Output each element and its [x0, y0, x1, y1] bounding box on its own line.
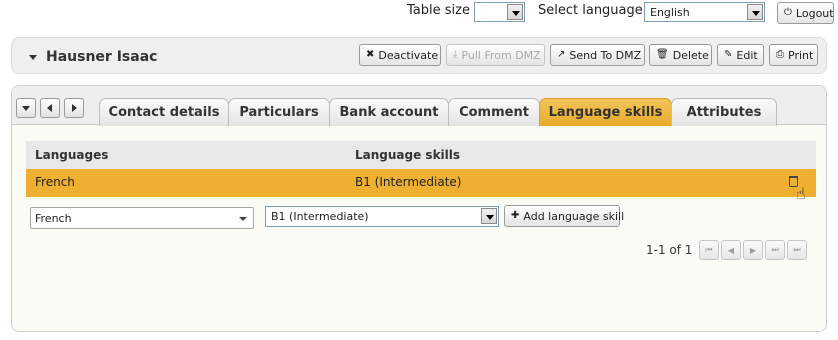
add-language-skill-button[interactable]: ✚ Add language skill [504, 205, 624, 227]
content-panel: Contact details Particulars Bank account… [11, 85, 827, 332]
chevron-down-icon [507, 4, 523, 20]
tab-contact-details[interactable]: Contact details [99, 98, 229, 126]
hand-cursor-icon: ☝ [796, 184, 806, 203]
logout-label: Logout [795, 6, 834, 20]
deactivate-button[interactable]: ✖ Deactivate [359, 44, 441, 66]
edit-button[interactable]: ✎ Edit [717, 44, 764, 66]
pager-summary: 1-1 of 1 [646, 243, 693, 257]
tab-label: Particulars [239, 105, 319, 120]
table-header: Languages Language skills [26, 141, 816, 169]
last-page-icon: ⏭ [771, 245, 779, 254]
edit-label: Edit [736, 48, 758, 62]
end-page-icon: ⏭ [793, 245, 801, 254]
previous-page-button[interactable]: ◀ [721, 240, 741, 260]
language-select-value: English [650, 6, 690, 19]
pull-from-dmz-label: Pull From DMZ [461, 48, 541, 62]
tab-comment[interactable]: Comment [448, 98, 540, 126]
add-language-skill-label: Add language skill [523, 209, 625, 223]
top-toolbar: Table size Select language: English ⏻ Lo… [0, 0, 838, 26]
tab-label: Comment [459, 105, 529, 120]
power-icon: ⏻ [784, 7, 792, 18]
first-page-icon: ⏮ [705, 245, 713, 254]
record-header: Hausner Isaac ✖ Deactivate ⤓ Pull From D… [11, 37, 827, 74]
delete-button[interactable]: 🗑 Delete [649, 44, 712, 66]
first-page-button[interactable]: ⏮ [699, 240, 719, 260]
pull-from-dmz-button[interactable]: ⤓ Pull From DMZ [446, 44, 545, 66]
cell-language: French [35, 175, 75, 189]
tab-menu-button[interactable] [16, 98, 36, 118]
external-link-icon: ↗ [557, 49, 566, 60]
logout-button[interactable]: ⏻ Logout [777, 2, 834, 24]
send-to-dmz-button[interactable]: ↗ Send To DMZ [550, 44, 645, 66]
table-size-select[interactable] [474, 2, 525, 22]
language-skill-select[interactable]: B1 (Intermediate) [265, 206, 499, 227]
table-size-label: Table size [407, 3, 470, 18]
tab-label: Bank account [339, 105, 439, 120]
tab-language-skills[interactable]: Language skills [539, 98, 672, 126]
pencil-icon: ✎ [724, 49, 733, 60]
chevron-down-icon [747, 4, 763, 20]
send-to-dmz-label: Send To DMZ [569, 48, 642, 62]
x-icon: ✖ [366, 49, 375, 60]
printer-icon: ⎙ [776, 49, 784, 60]
next-page-button[interactable]: ▶ [743, 240, 763, 260]
previous-page-icon: ◀ [727, 245, 735, 255]
tab-label: Attributes [686, 105, 762, 120]
chevron-down-icon [481, 208, 497, 224]
tab-bank-account[interactable]: Bank account [329, 98, 449, 126]
language-dropdown[interactable]: French [30, 207, 254, 229]
end-page-button[interactable]: ⏭ [787, 240, 807, 260]
table-row[interactable]: French B1 (Intermediate) ☝ [26, 169, 816, 203]
collapse-caret-icon[interactable] [29, 55, 37, 60]
tab-particulars[interactable]: Particulars [228, 98, 330, 126]
column-header-language-skills: Language skills [355, 148, 461, 162]
tab-scroll-right-button[interactable] [64, 98, 84, 118]
deactivate-label: Deactivate [378, 48, 439, 62]
next-page-icon: ▶ [749, 245, 757, 255]
tab-scroll-left-button[interactable] [40, 98, 60, 118]
delete-label: Delete [672, 48, 709, 62]
tab-label: Contact details [108, 105, 220, 120]
print-label: Print [788, 48, 814, 62]
tab-strip: Contact details Particulars Bank account… [12, 86, 826, 126]
print-button[interactable]: ⎙ Print [769, 44, 818, 66]
tab-label: Language skills [548, 105, 663, 120]
last-page-button[interactable]: ⏭ [765, 240, 785, 260]
download-icon: ⤓ [453, 49, 458, 60]
plus-icon: ✚ [511, 210, 520, 221]
chevron-down-icon [239, 217, 247, 221]
column-header-languages: Languages [35, 148, 109, 162]
trash-icon: 🗑 [656, 49, 669, 60]
record-name: Hausner Isaac [46, 49, 158, 65]
cell-language-skill: B1 (Intermediate) [355, 175, 462, 189]
tab-attributes[interactable]: Attributes [671, 98, 777, 126]
language-dropdown-value: French [35, 212, 72, 225]
select-language-label: Select language: [538, 3, 648, 18]
language-skill-select-value: B1 (Intermediate) [271, 210, 369, 223]
language-select[interactable]: English [644, 2, 765, 22]
